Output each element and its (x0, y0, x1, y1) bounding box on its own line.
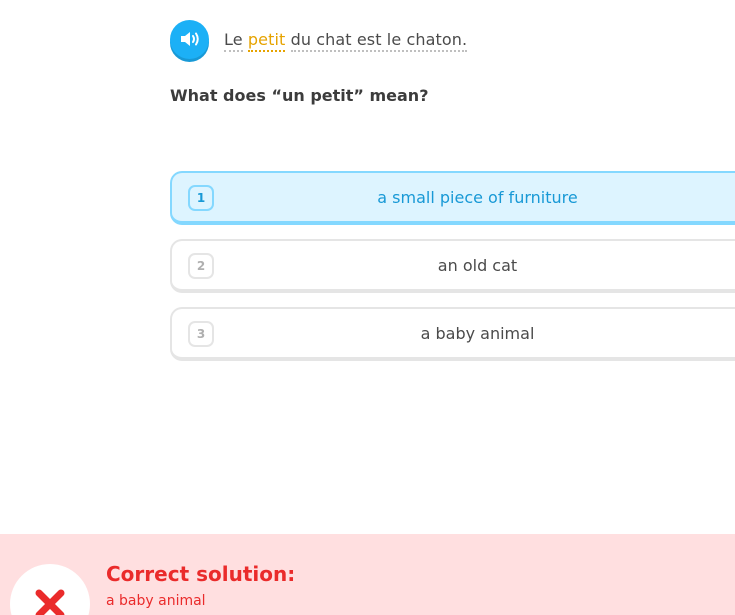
sentence-row: Le petit du chat est le chaton. (170, 19, 468, 59)
choice-label: a small piece of furniture (377, 188, 578, 207)
highlighted-word[interactable]: petit (247, 29, 286, 52)
play-audio-button[interactable] (170, 19, 209, 59)
choice-label: an old cat (437, 256, 518, 275)
feedback-title: Correct solution: (106, 562, 296, 586)
speaker-icon (180, 32, 199, 46)
question-text: What does “un petit” mean? (170, 86, 429, 105)
choice-option-3[interactable]: 3 a baby animal (170, 307, 735, 361)
choice-number: 1 (188, 185, 214, 211)
choice-option-1[interactable]: 1 a small piece of furniture (170, 171, 735, 225)
choice-option-2[interactable]: 2 an old cat (170, 239, 735, 293)
x-icon (35, 589, 65, 615)
sentence-word[interactable]: Le (224, 29, 243, 52)
feedback-banner: Correct solution: a baby animal (0, 534, 735, 615)
prompt-sentence: Le petit du chat est le chaton. (224, 29, 468, 52)
sentence-word[interactable]: du chat est le chaton. (290, 29, 468, 52)
choice-number: 2 (188, 253, 214, 279)
status-badge (10, 564, 90, 615)
choice-number: 3 (188, 321, 214, 347)
correct-answer: a baby animal (106, 593, 206, 609)
lesson-page: Le petit du chat est le chaton. What doe… (0, 0, 735, 615)
choice-label: a baby animal (420, 324, 535, 343)
